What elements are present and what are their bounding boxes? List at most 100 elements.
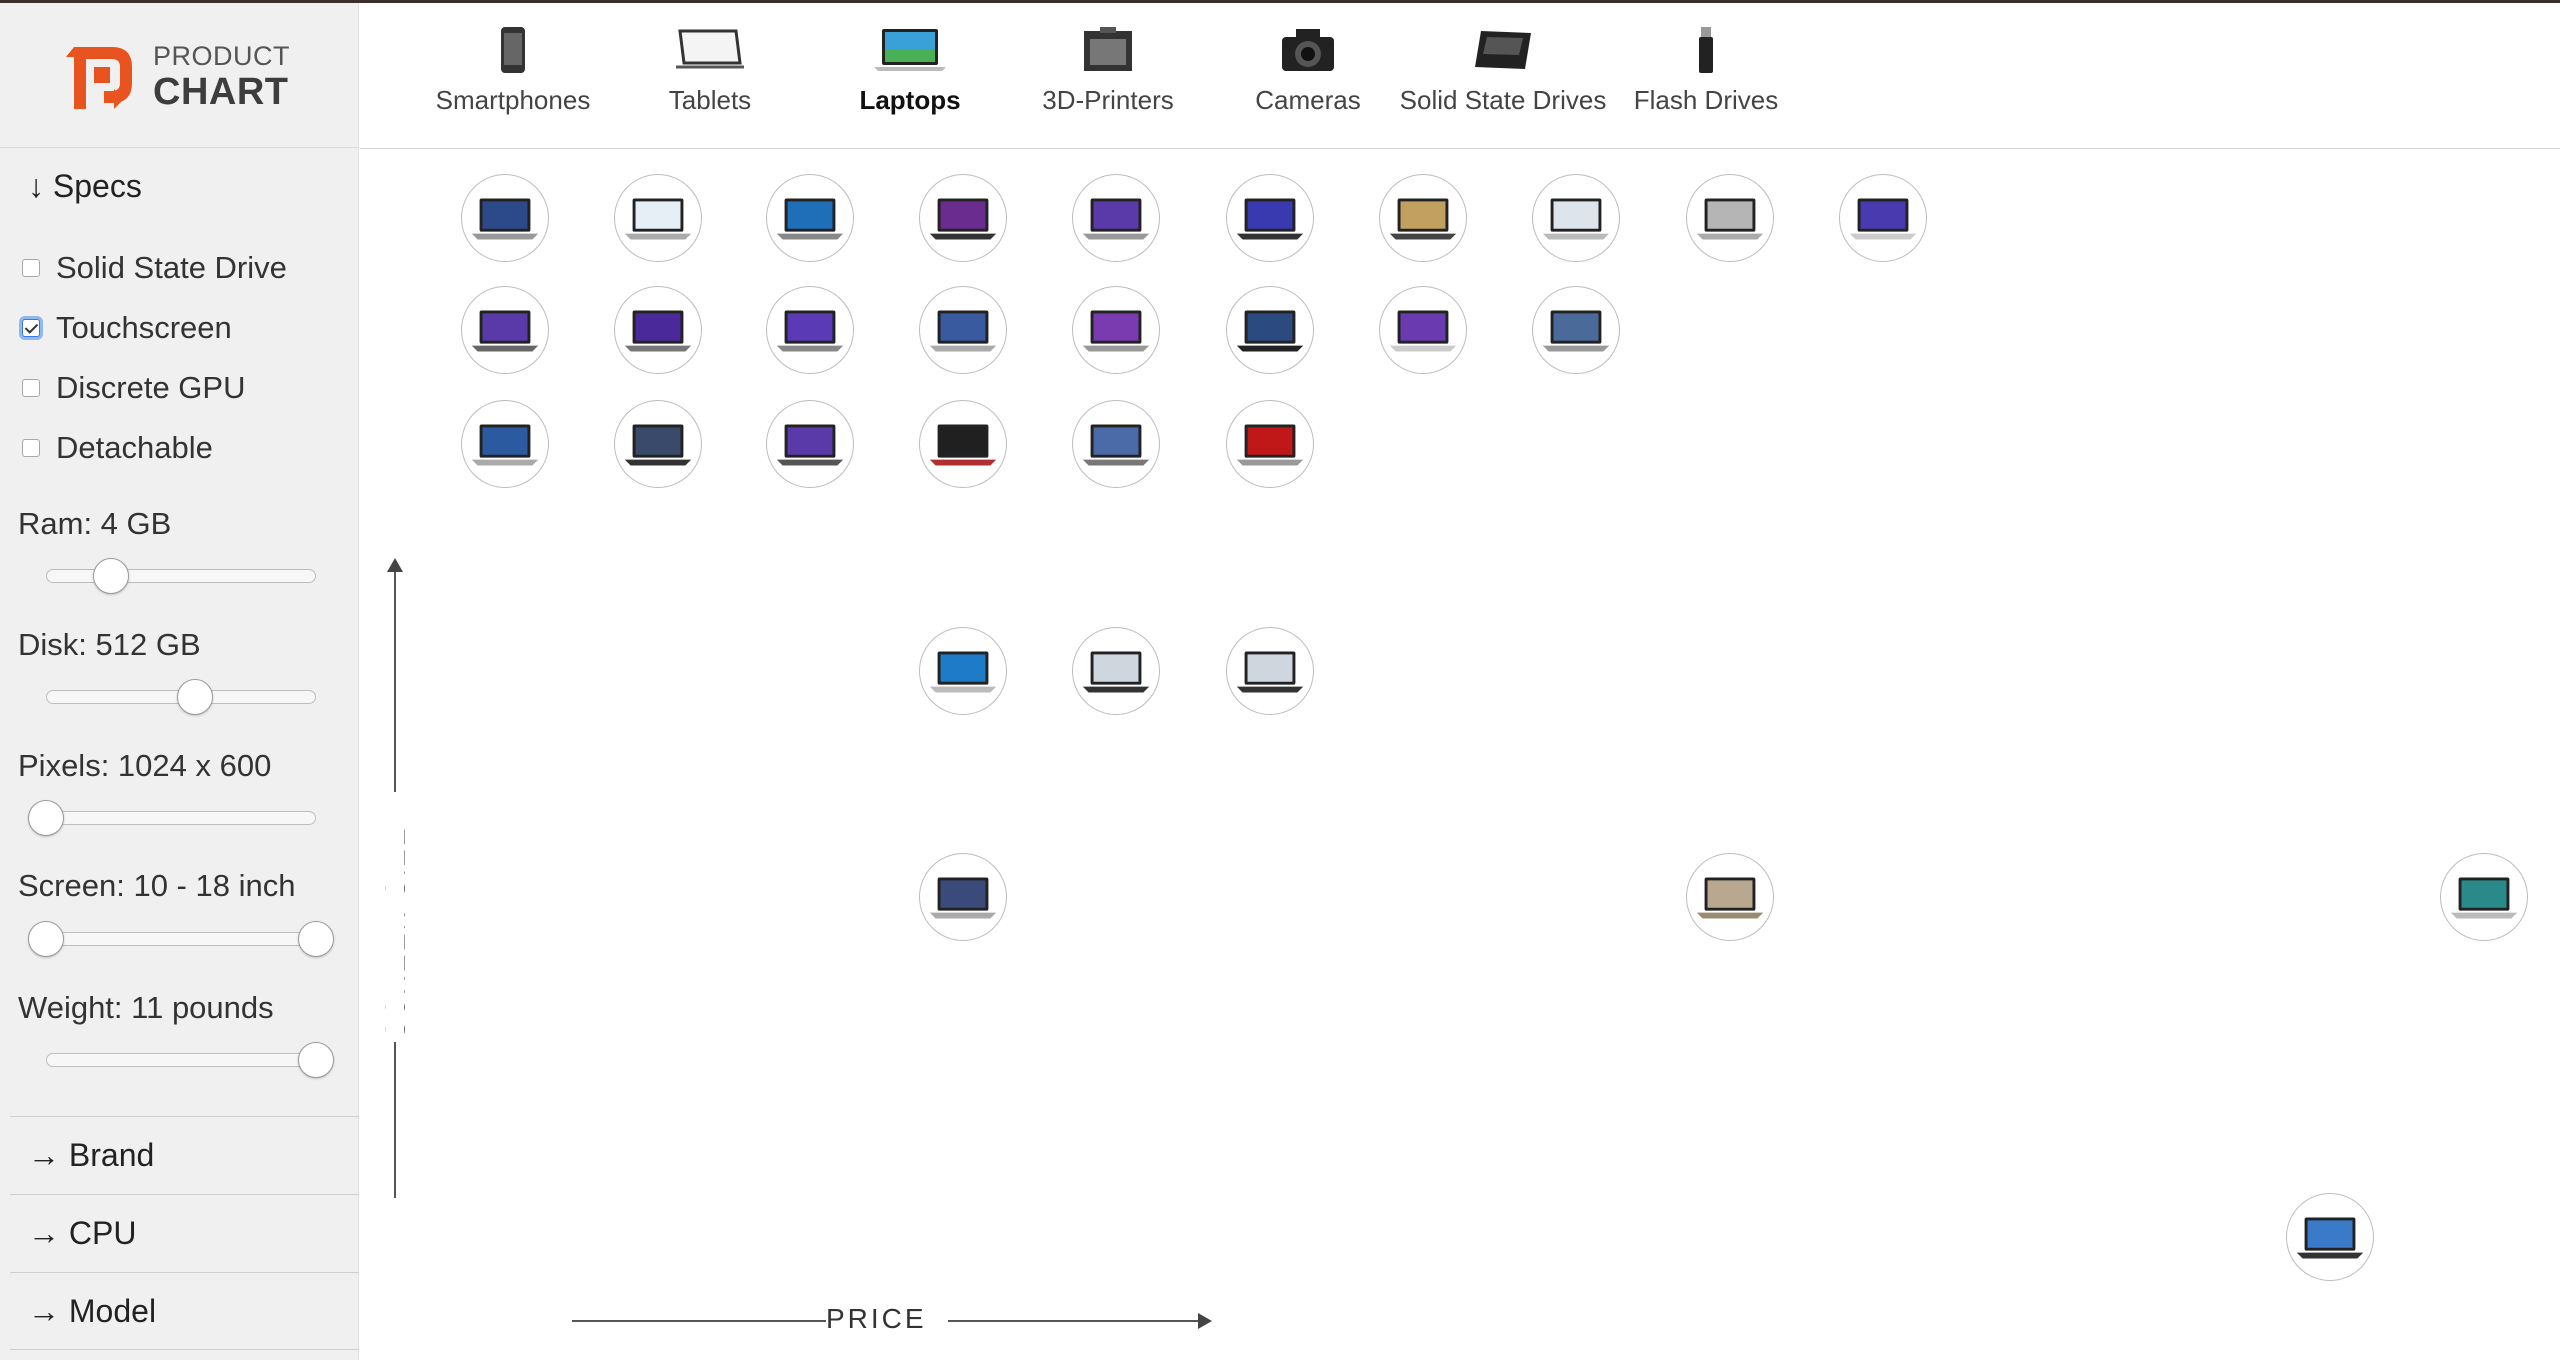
checkbox-checked[interactable] <box>22 319 40 337</box>
filter-touchscreen[interactable]: Touchscreen <box>22 308 232 348</box>
product-thumbnail[interactable] <box>1379 174 1467 262</box>
filter-detachable[interactable]: Detachable <box>22 428 213 468</box>
specs-toggle[interactable]: ↓ Specs <box>28 168 142 205</box>
product-thumbnail[interactable] <box>614 174 702 262</box>
laptop-image <box>1236 651 1304 693</box>
laptop-icon <box>874 29 946 71</box>
camera-icon <box>1282 29 1334 71</box>
laptop-image <box>1389 310 1457 352</box>
product-thumbnail[interactable] <box>1072 627 1160 715</box>
filter-discrete-gpu[interactable]: Discrete GPU <box>22 368 245 408</box>
product-thumbnail[interactable] <box>919 853 1007 941</box>
tablet-icon <box>676 29 744 69</box>
slider-thumb[interactable] <box>298 1042 334 1078</box>
product-thumbnail[interactable] <box>614 400 702 488</box>
product-thumbnail[interactable] <box>766 174 854 262</box>
tab-laptops[interactable]: Laptops <box>820 3 1000 149</box>
section-cpu[interactable]: → CPU <box>10 1194 359 1272</box>
slider-thumb[interactable] <box>176 679 213 715</box>
product-thumbnail[interactable] <box>766 286 854 374</box>
product-thumbnail[interactable] <box>461 286 549 374</box>
filter-sidebar: PRODUCT CHART ↓ Specs Solid State Drive … <box>0 3 359 1360</box>
checkbox[interactable] <box>22 259 40 277</box>
checkbox[interactable] <box>22 379 40 397</box>
product-thumbnail[interactable] <box>461 174 549 262</box>
slider-thumb[interactable] <box>28 921 64 957</box>
pixels-slider[interactable] <box>46 811 316 825</box>
product-thumbnail[interactable] <box>1532 286 1620 374</box>
tab-tablets[interactable]: Tablets <box>622 3 798 149</box>
laptop-image <box>1082 198 1150 240</box>
slider-thumb[interactable] <box>28 800 64 836</box>
laptop-image <box>2450 877 2518 919</box>
ssd-icon <box>1475 31 1531 69</box>
price-screen-size-chart <box>360 150 2560 1360</box>
weight-slider[interactable] <box>46 1053 316 1067</box>
product-thumbnail[interactable] <box>1226 400 1314 488</box>
x-axis-line-right <box>948 1320 1202 1322</box>
product-thumbnail[interactable] <box>1226 286 1314 374</box>
tab-flash-drives[interactable]: Flash Drives <box>1616 3 1796 149</box>
laptop-image <box>929 198 997 240</box>
checkbox[interactable] <box>22 439 40 457</box>
checkbox-label: Discrete GPU <box>56 370 246 405</box>
laptop-image <box>471 198 539 240</box>
arrow-up-icon <box>387 558 403 572</box>
product-thumbnail[interactable] <box>919 627 1007 715</box>
product-thumbnail[interactable] <box>461 400 549 488</box>
product-thumbnail[interactable] <box>1379 286 1467 374</box>
laptop-image <box>1082 424 1150 466</box>
tab-cameras[interactable]: Cameras <box>1216 3 1400 149</box>
tab-label: 3D-Printers <box>1042 85 1174 115</box>
product-thumbnail[interactable] <box>1532 174 1620 262</box>
tab-label: Solid State Drives <box>1399 85 1607 115</box>
product-thumbnail[interactable] <box>1072 174 1160 262</box>
laptop-image <box>1236 310 1304 352</box>
product-thumbnail[interactable] <box>1072 286 1160 374</box>
product-chart-logo-icon <box>66 47 132 109</box>
filter-solid-state-drive[interactable]: Solid State Drive <box>22 248 287 288</box>
product-thumbnail[interactable] <box>1072 400 1160 488</box>
slider-thumb[interactable] <box>298 921 334 957</box>
product-thumbnail[interactable] <box>2440 853 2528 941</box>
product-thumbnail[interactable] <box>766 400 854 488</box>
product-thumbnail[interactable] <box>919 400 1007 488</box>
arrow-right-icon <box>1198 1313 1212 1329</box>
laptop-image <box>1082 310 1150 352</box>
laptop-image <box>471 310 539 352</box>
laptop-image <box>929 651 997 693</box>
product-thumbnail[interactable] <box>1226 174 1314 262</box>
tab-smartphones[interactable]: Smartphones <box>420 3 606 149</box>
laptop-image <box>776 198 844 240</box>
screen-slider[interactable] <box>46 932 316 946</box>
logo[interactable]: PRODUCT CHART <box>0 3 359 148</box>
laptop-image <box>929 424 997 466</box>
pixels-label: Pixels: 1024 x 600 <box>18 748 272 783</box>
ram-slider[interactable] <box>46 569 316 583</box>
product-thumbnail[interactable] <box>919 174 1007 262</box>
section-brand[interactable]: → Brand <box>10 1116 359 1194</box>
product-thumbnail[interactable] <box>919 286 1007 374</box>
checkbox-label: Touchscreen <box>56 310 232 345</box>
laptop-image <box>1696 877 1764 919</box>
laptop-image <box>929 310 997 352</box>
laptop-image <box>1082 651 1150 693</box>
tab-label: Tablets <box>668 85 752 115</box>
tab-3d-printers[interactable]: 3D-Printers <box>1018 3 1198 149</box>
flash-drive-icon <box>1699 27 1713 73</box>
product-thumbnail[interactable] <box>1839 174 1927 262</box>
weight-label: Weight: 11 pounds <box>18 990 274 1025</box>
product-thumbnail[interactable] <box>1686 174 1774 262</box>
y-label-gap <box>386 792 404 1042</box>
product-thumbnail[interactable] <box>614 286 702 374</box>
laptop-image <box>624 424 692 466</box>
smartphone-icon <box>501 27 525 73</box>
tab-solid-state-drives[interactable]: Solid State Drives <box>1390 3 1616 149</box>
laptop-image <box>1542 198 1610 240</box>
product-thumbnail[interactable] <box>1686 853 1774 941</box>
tab-label: Smartphones <box>435 85 591 115</box>
section-model[interactable]: → Model <box>10 1272 359 1350</box>
slider-thumb[interactable] <box>92 558 129 594</box>
product-thumbnail[interactable] <box>2286 1193 2374 1281</box>
product-thumbnail[interactable] <box>1226 627 1314 715</box>
